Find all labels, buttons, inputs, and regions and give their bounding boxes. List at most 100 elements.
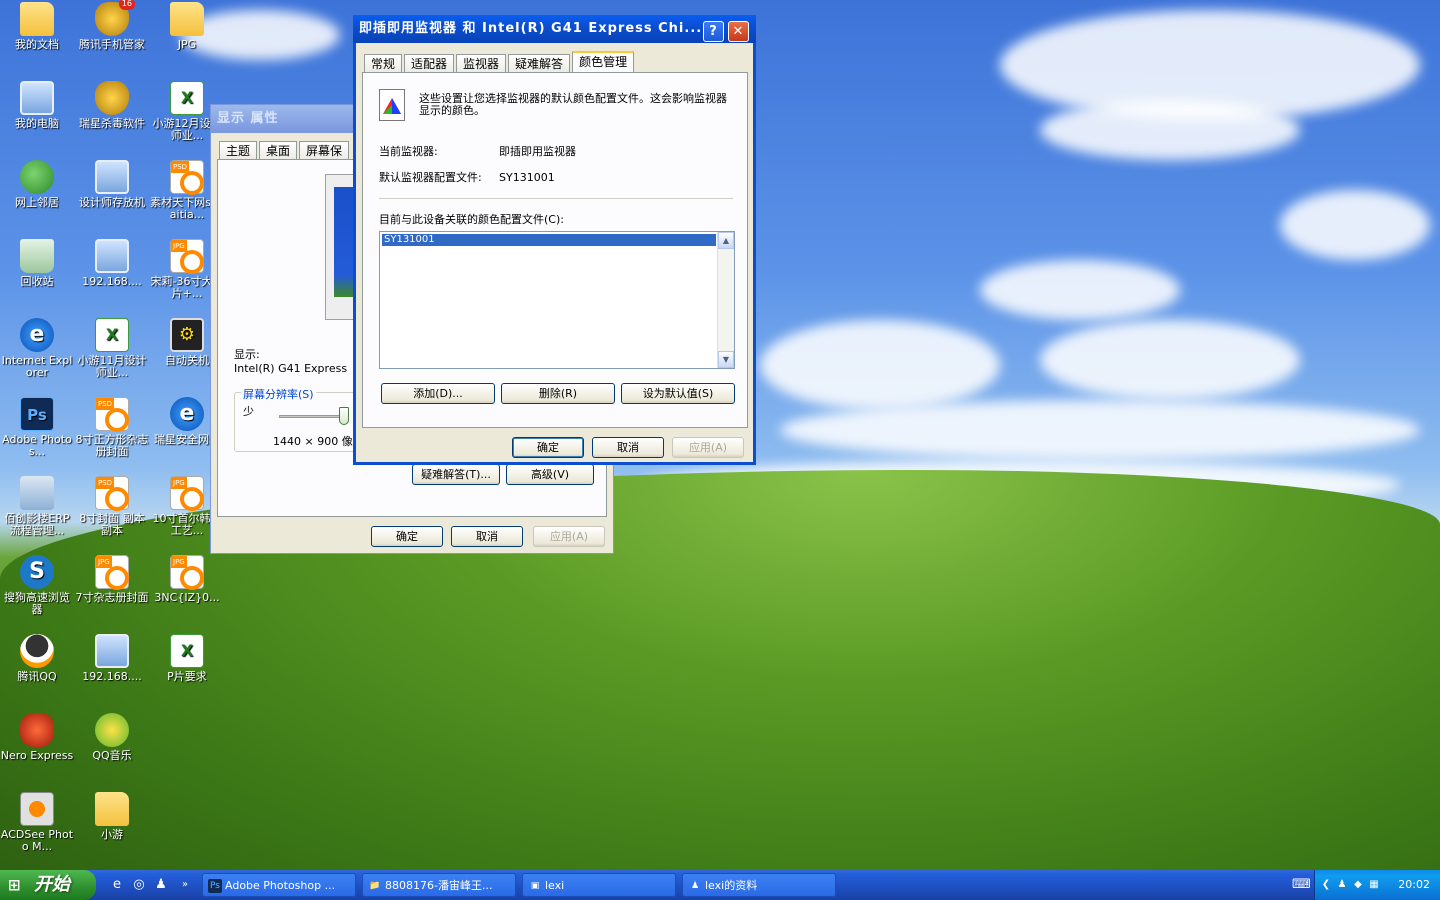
desktop-icon[interactable]: 网上邻居 (0, 160, 75, 209)
clock[interactable]: 20:02 (1398, 878, 1430, 891)
help-button[interactable]: ? (703, 21, 724, 42)
desktop-icon-label: 瑞星杀毒软件 (79, 117, 145, 130)
tray-expand-icon[interactable]: ❮ (1319, 878, 1333, 892)
desktop-icon-label: QQ音乐 (92, 749, 132, 762)
desktop-icon[interactable]: 192.168.... (74, 634, 150, 683)
task-photoshop[interactable]: Ps Adobe Photoshop ... (202, 873, 356, 897)
tab-screensaver[interactable]: 屏幕保 (299, 141, 350, 159)
tab-troubleshoot[interactable]: 疑难解答 (508, 54, 571, 72)
task-folder[interactable]: 📁 8808176-潘宙峰王... (362, 873, 516, 897)
scroll-up-icon[interactable]: ▲ (718, 232, 734, 249)
profile-listbox[interactable]: SY131001 ▲ ▼ (379, 231, 735, 369)
desktop-icon[interactable]: PSD 8寸封面 副本副本 (74, 476, 150, 537)
computer-icon (95, 634, 129, 668)
desktop-icon[interactable]: QQ音乐 (74, 713, 150, 762)
add-profile-button[interactable]: 添加(D)... (381, 383, 495, 404)
tab-monitor[interactable]: 监视器 (456, 54, 507, 72)
desktop-icon-label: 佰创影楼ERP流程管理... (4, 512, 70, 537)
advanced-button[interactable]: 高级(V) (506, 464, 594, 485)
browser-quicklaunch-icon[interactable]: ◎ (130, 876, 148, 894)
file-type-tag: PSD (171, 161, 190, 173)
qq-quicklaunch-icon[interactable]: ♟ (152, 876, 170, 894)
desktop-icon[interactable]: 设计师存放机 (74, 160, 150, 209)
quicklaunch-more-icon[interactable]: » (176, 876, 194, 894)
desktop-icon[interactable]: 小游 (74, 792, 150, 841)
desktop-icon-label: P片要求 (167, 670, 207, 683)
cloud (1040, 100, 1300, 160)
desktop-icon-label: 腾讯手机管家 (79, 38, 145, 51)
task-lexi[interactable]: ▣ lexi (522, 873, 676, 897)
desktop-icon[interactable]: X P片要求 (149, 634, 225, 683)
monitor-cancel-button[interactable]: 取消 (592, 437, 664, 458)
shield-icon: 16 (95, 0, 135, 36)
resolution-slider-thumb[interactable] (339, 407, 349, 425)
troubleshoot-button[interactable]: 疑难解答(T)... (412, 464, 500, 485)
tab-general[interactable]: 常规 (364, 54, 403, 72)
chat-window-icon: ▣ (530, 881, 540, 891)
desktop-icon[interactable]: 我的文档 (0, 2, 75, 51)
shield-tray-icon[interactable]: ◆ (1351, 878, 1365, 892)
excel-icon: X (170, 81, 204, 115)
folder-icon (20, 2, 54, 36)
sogou-icon: S (20, 555, 54, 589)
start-button[interactable]: ⊞ 开始 (0, 870, 96, 900)
keyboard-icon[interactable]: ⌨ (1292, 876, 1311, 894)
monitor-dialog-titlebar[interactable]: 即插即用监视器 和 Intel(R) G41 Express Chi... ? … (353, 15, 756, 43)
system-tray: ❮ ♟ ◆ ▦ 20:02 (1314, 870, 1440, 900)
desktop-icon[interactable]: e Internet Explorer (0, 318, 75, 379)
display-apply-button[interactable]: 应用(A) (533, 526, 605, 547)
desktop-icon[interactable]: PSD 8寸正方形杂志册封面 (74, 397, 150, 458)
desktop-icon[interactable]: 瑞星杀毒软件 (74, 81, 150, 130)
psd-icon: PSD (95, 476, 129, 511)
remove-profile-button[interactable]: 删除(R) (501, 383, 615, 404)
monitor-apply-button[interactable]: 应用(A) (672, 437, 744, 458)
desktop-icon[interactable]: S 搜狗高速浏览器 (0, 555, 75, 616)
desktop-icon[interactable]: 我的电脑 (0, 81, 75, 130)
desktop-icon-label: 我的文档 (15, 38, 59, 51)
display-ok-button[interactable]: 确定 (371, 526, 443, 547)
taskbar: ⊞ 开始 e ◎ ♟ » Ps Adobe Photoshop ... 📁 8808… (0, 870, 1440, 900)
desktop-icon[interactable]: JPG 3NC{IZ}0... (149, 555, 225, 604)
display-cancel-button[interactable]: 取消 (451, 526, 523, 547)
task-lexi-profile[interactable]: ♟ lexi的资料 (682, 873, 836, 897)
monitor-ok-button[interactable]: 确定 (512, 437, 584, 458)
desktop-icon[interactable]: JPG (149, 2, 225, 51)
computer-icon (95, 160, 129, 194)
monitor-dialog-tabs: 常规 适配器 监视器 疑难解答 颜色管理 (364, 51, 636, 72)
listbox-scrollbar[interactable]: ▲ ▼ (717, 232, 734, 368)
monitor-properties-dialog[interactable]: 即插即用监视器 和 Intel(R) G41 Express Chi... ? … (353, 15, 756, 465)
desktop-icon[interactable]: 回收站 (0, 239, 75, 288)
desktop-icon[interactable]: 佰创影楼ERP流程管理... (0, 476, 75, 537)
desktop-icon[interactable]: X 小游11月设计师业... (74, 318, 150, 379)
ie-quicklaunch-icon[interactable]: e (108, 876, 126, 894)
display-adapter-name: Intel(R) G41 Express (234, 362, 348, 375)
dialog-title: 即插即用监视器 和 Intel(R) G41 Express Chi... (359, 21, 703, 36)
tab-themes[interactable]: 主题 (219, 141, 258, 159)
resolution-group-label: 屏幕分辨率(S) (241, 386, 316, 402)
tab-desktop[interactable]: 桌面 (259, 141, 298, 159)
cloud (1280, 190, 1430, 260)
tab-color-management[interactable]: 颜色管理 (572, 51, 635, 72)
resolution-value: 1440 × 900 像素 (273, 435, 364, 448)
network-tray-icon[interactable]: ▦ (1367, 878, 1381, 892)
close-button[interactable]: ✕ (728, 21, 749, 42)
task-label: lexi的资料 (705, 879, 758, 892)
desktop-icon[interactable]: 16 腾讯手机管家 (74, 0, 150, 51)
desktop-icon[interactable]: 192.168.... (74, 239, 150, 288)
music-icon (95, 713, 129, 747)
qq-tray-icon[interactable]: ♟ (1335, 878, 1349, 892)
resolution-less-label: 少 (243, 405, 254, 418)
cloud (1040, 320, 1300, 400)
desktop-icon[interactable]: Ps Adobe Photos... (0, 397, 75, 458)
scroll-down-icon[interactable]: ▼ (718, 351, 734, 368)
tab-adapter[interactable]: 适配器 (404, 54, 455, 72)
desktop-icon[interactable]: 腾讯QQ (0, 634, 75, 683)
desktop-icon[interactable]: Nero Express (0, 713, 75, 762)
set-default-button[interactable]: 设为默认值(S) (621, 383, 735, 404)
desktop-icon[interactable]: ACDSee Photo M... (0, 792, 75, 853)
qq-icon (20, 634, 54, 668)
desktop-icon[interactable]: JPG 7寸杂志册封面 (74, 555, 150, 604)
desktop-icon-label: 搜狗高速浏览器 (4, 591, 70, 616)
profile-list-item[interactable]: SY131001 (382, 234, 716, 246)
default-profile-label: 默认监视器配置文件: (379, 171, 482, 184)
